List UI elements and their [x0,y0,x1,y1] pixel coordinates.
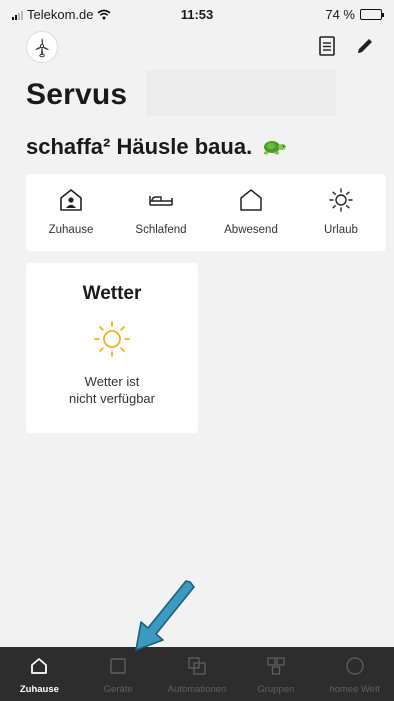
battery-group: 74 % [325,7,384,22]
tab-geraete[interactable]: Geräte [79,647,158,701]
mode-label: Urlaub [324,224,358,236]
overlap-squares-icon [188,657,206,675]
mode-urlaub[interactable]: Urlaub [296,174,386,251]
weather-status-line: Wetter ist [84,374,140,389]
document-list-button[interactable] [314,33,340,59]
sun-icon [94,321,130,357]
weather-status: Wetter ist nicht verfügbar [26,373,198,407]
tab-label: Automationen [167,684,227,695]
home-person-icon [60,189,82,211]
weather-widget[interactable]: Wetter Wetter ist nicht verfügbar [26,263,198,433]
redacted-name [146,70,336,116]
mode-selector: Zuhause Schlafend Abwesend Urlaub [26,174,386,251]
bed-icon [149,196,173,206]
weather-title: Wetter [82,283,142,304]
mode-abwesend[interactable]: Abwesend [206,174,296,251]
annotation-arrow-icon [135,580,195,651]
tab-gruppen[interactable]: Gruppen [236,647,315,701]
pencil-icon [358,39,372,53]
status-bar: Telekom.de 11:53 74 % [0,0,394,28]
battery-percent: 74 % [325,7,355,22]
tab-automationen[interactable]: Automationen [158,647,237,701]
edit-button[interactable] [352,33,378,59]
battery-icon [360,9,384,20]
tab-zuhause[interactable]: Zuhause [0,647,79,701]
mode-label: Schlafend [135,224,187,236]
home-motto: schaffa² Häusle baua. [26,134,288,160]
bottom-tab-bar: Zuhause Geräte Automationen Gruppen home… [0,647,394,701]
grid-icon [267,657,285,675]
sun-icon [329,188,353,212]
mode-label: Abwesend [224,224,278,236]
square-icon [110,658,126,674]
tab-homee-welt[interactable]: homee Welt [315,647,394,701]
greeting-title: Servus [26,78,128,111]
circle-icon [345,657,364,675]
motto-text: schaffa² Häusle baua. [26,134,253,159]
mode-schlafend[interactable]: Schlafend [116,174,206,251]
mode-zuhause[interactable]: Zuhause [26,174,116,251]
tab-label: Geräte [103,684,133,695]
windmill-logo[interactable] [26,31,58,63]
house-outline-icon [240,189,262,211]
house-icon [31,658,48,674]
mode-label: Zuhause [48,224,94,236]
tab-label: Gruppen [257,684,295,695]
tab-label: homee Welt [329,684,380,695]
tab-label: Zuhause [19,684,59,695]
document-list-icon [319,36,335,56]
windmill-icon [35,38,49,58]
turtle-icon [263,141,287,155]
weather-status-line: nicht verfügbar [69,391,155,406]
